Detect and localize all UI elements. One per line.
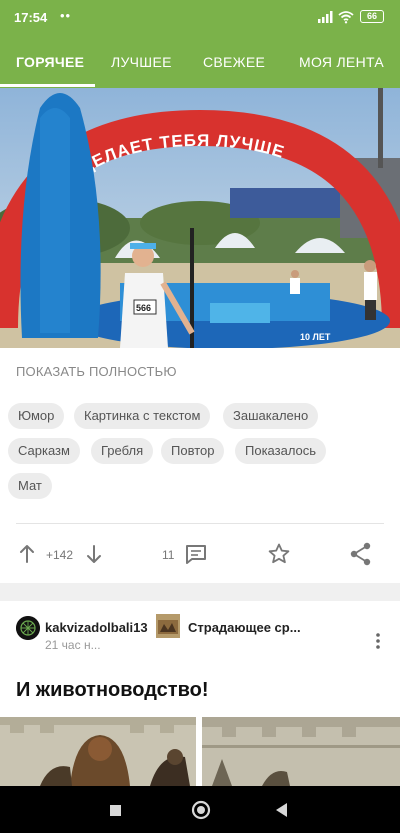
tag-chip[interactable]: Показалось bbox=[235, 438, 327, 464]
battery-icon: 66 bbox=[360, 10, 384, 23]
tag-chip[interactable]: Юмор bbox=[8, 403, 65, 429]
bib-number: 566 bbox=[136, 303, 151, 313]
tag-chip[interactable]: Сарказм bbox=[8, 438, 80, 464]
sign-text: 10 ЛЕТ bbox=[300, 332, 331, 342]
post-image-left[interactable] bbox=[0, 717, 196, 786]
post-time: 21 час н... bbox=[45, 638, 101, 652]
castle-image-left bbox=[0, 717, 196, 786]
avatar[interactable] bbox=[16, 616, 40, 640]
status-bar: 17:54 •• 66 bbox=[0, 0, 400, 36]
post-image[interactable]: ГРЕБЛЯ ДЕЛАЕТ ТЕБЯ ЛУЧШЕ 10 ЛЕТ 566 bbox=[0, 88, 400, 348]
tag-chip[interactable]: Повтор bbox=[161, 438, 225, 464]
wifi-icon bbox=[338, 11, 354, 24]
signal-icon bbox=[318, 11, 333, 23]
system-nav-bar bbox=[0, 786, 400, 833]
post-image-right[interactable] bbox=[202, 717, 400, 786]
community-name[interactable]: Страдающее ср... bbox=[188, 620, 301, 635]
comment-count: 11 bbox=[162, 548, 175, 562]
status-time: 17:54 bbox=[14, 10, 48, 25]
post-card: ГРЕБЛЯ ДЕЛАЕТ ТЕБЯ ЛУЧШЕ 10 ЛЕТ 566 П bbox=[0, 88, 400, 583]
downvote-arrow-icon[interactable] bbox=[85, 544, 103, 564]
divider bbox=[16, 523, 384, 524]
upvote-arrow-icon[interactable] bbox=[18, 544, 36, 564]
tab-my-feed[interactable]: МОЯ ЛЕНТА bbox=[299, 36, 384, 88]
castle-image-right bbox=[202, 717, 400, 786]
post-title[interactable]: И животноводство! bbox=[16, 679, 209, 702]
tab-hot[interactable]: ГОРЯЧЕЕ bbox=[16, 36, 84, 88]
avatar-pattern bbox=[16, 616, 40, 640]
tag-chip[interactable]: Зашакалено bbox=[223, 403, 319, 429]
notification-dots: •• bbox=[60, 8, 72, 23]
tab-best[interactable]: ЛУЧШЕЕ bbox=[111, 36, 172, 88]
share-icon[interactable] bbox=[350, 542, 372, 566]
comment-icon[interactable] bbox=[184, 543, 208, 565]
star-icon[interactable] bbox=[267, 542, 291, 566]
rating-value: +142 bbox=[46, 548, 74, 562]
author-name[interactable]: kakvizadolbali13 bbox=[45, 620, 148, 635]
back-icon[interactable] bbox=[272, 798, 292, 822]
tab-fresh[interactable]: СВЕЖЕЕ bbox=[203, 36, 265, 88]
rowing-photo: ГРЕБЛЯ ДЕЛАЕТ ТЕБЯ ЛУЧШЕ 10 ЛЕТ 566 bbox=[0, 88, 400, 348]
recents-icon[interactable] bbox=[108, 798, 124, 822]
show-more-button[interactable]: ПОКАЗАТЬ ПОЛНОСТЬЮ bbox=[16, 364, 177, 379]
community-icon[interactable] bbox=[156, 614, 180, 638]
home-icon[interactable] bbox=[189, 798, 213, 822]
tag-chip[interactable]: Мат bbox=[8, 473, 52, 499]
more-vert-icon[interactable] bbox=[370, 631, 386, 651]
tag-chip[interactable]: Гребля bbox=[91, 438, 154, 464]
post-card-2: kakvizadolbali13 21 час н... Страдающее … bbox=[0, 601, 400, 786]
active-tab-indicator bbox=[0, 84, 95, 87]
tab-bar: ГОРЯЧЕЕ ЛУЧШЕЕ СВЕЖЕЕ МОЯ ЛЕНТА bbox=[0, 36, 400, 88]
tag-chip[interactable]: Картинка с текстом bbox=[74, 403, 211, 429]
community-thumbnail bbox=[156, 614, 180, 638]
